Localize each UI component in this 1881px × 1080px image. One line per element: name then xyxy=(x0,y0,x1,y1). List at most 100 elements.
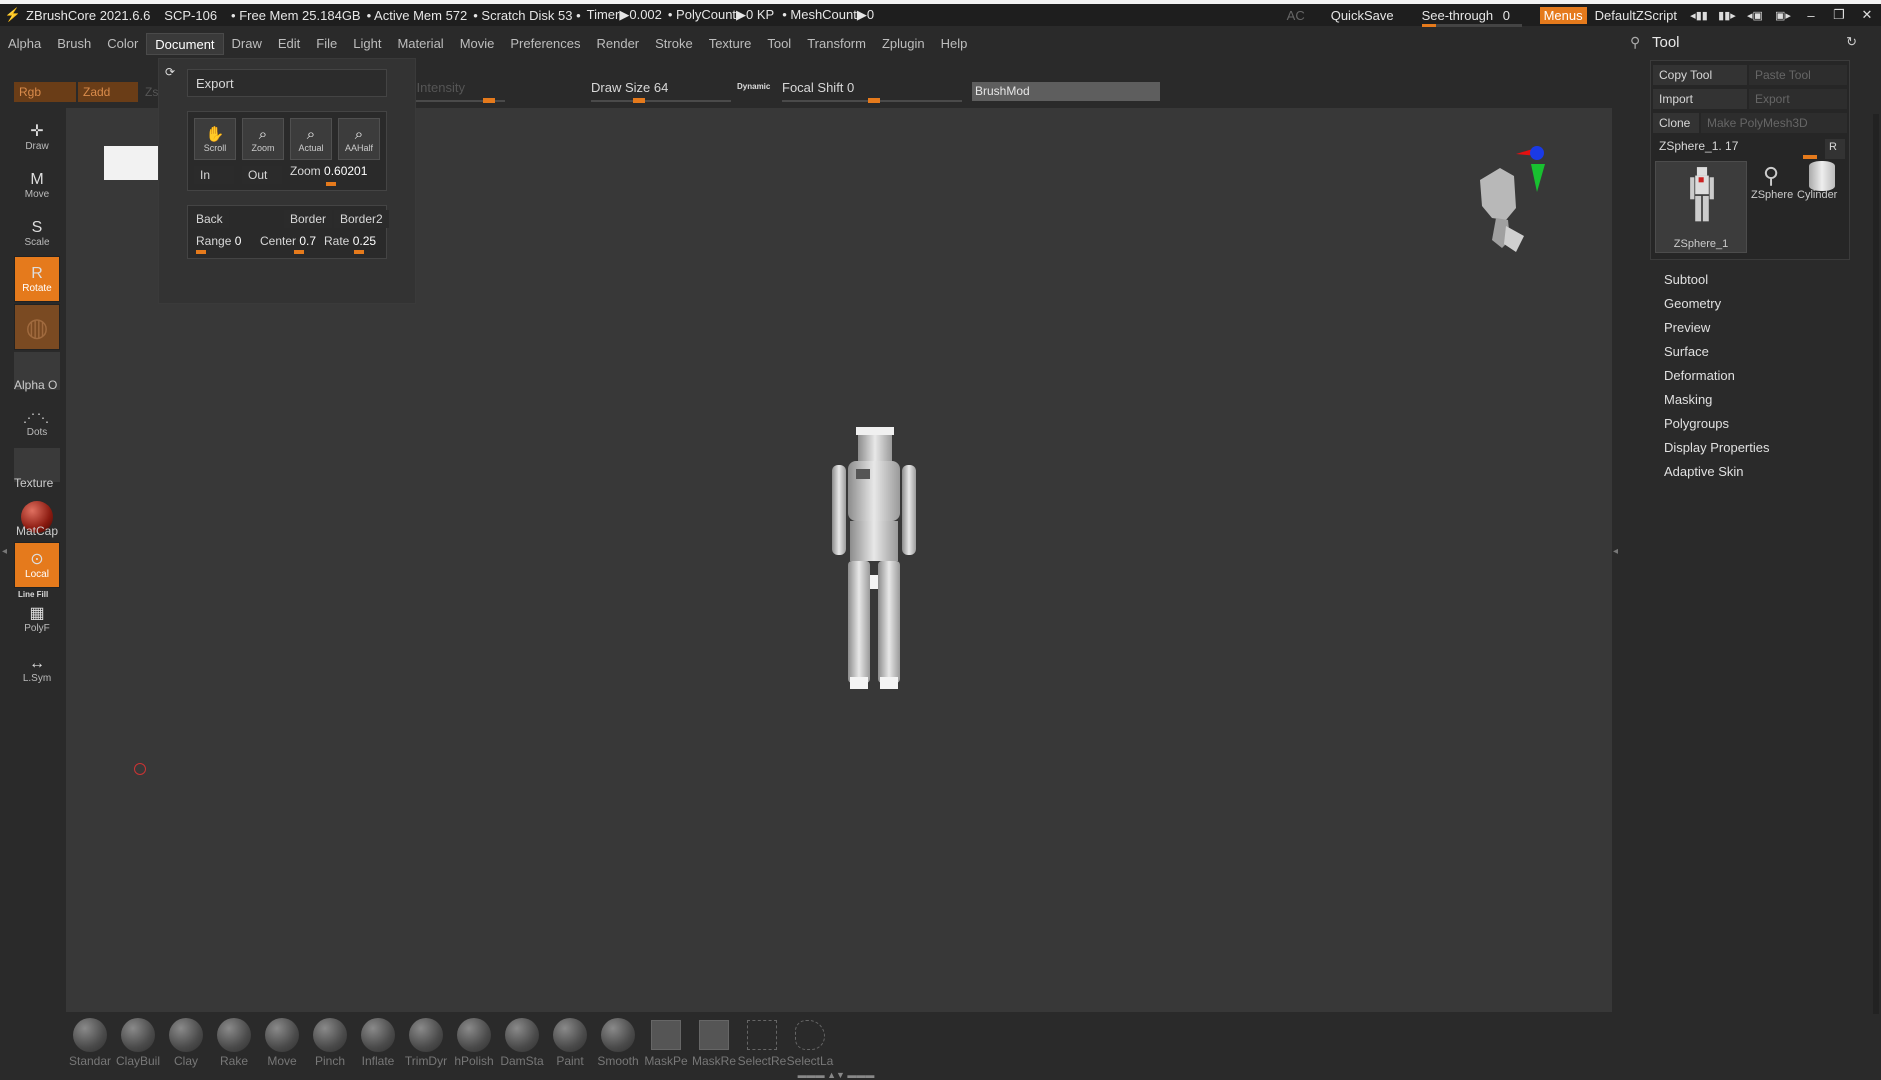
zoom-slider-knob[interactable] xyxy=(326,182,336,186)
left-collapse-icon[interactable]: ◂ xyxy=(2,546,7,557)
menu-edit[interactable]: Edit xyxy=(270,33,308,55)
see-through-knob[interactable] xyxy=(1421,23,1436,27)
section-polygroups[interactable]: Polygroups xyxy=(1664,416,1729,431)
cylinder-tool-thumbnail[interactable]: Cylinder xyxy=(1797,161,1847,205)
center-slider[interactable]: Center 0.7 xyxy=(260,234,320,254)
local-button[interactable]: ⊙ Local xyxy=(14,542,60,588)
tool-selector-knob[interactable] xyxy=(1803,155,1817,159)
zoom-button[interactable]: ⌕ Zoom xyxy=(242,118,284,160)
brushmod-field[interactable]: BrushMod xyxy=(972,82,1160,101)
rate-knob[interactable] xyxy=(354,250,364,254)
menu-brush[interactable]: Brush xyxy=(49,33,99,55)
layout-icon-3[interactable]: ◂▣ xyxy=(1744,6,1766,24)
section-masking[interactable]: Masking xyxy=(1664,392,1712,407)
brush-rake[interactable]: Rake xyxy=(212,1018,256,1074)
brush-paint[interactable]: Paint xyxy=(548,1018,592,1074)
section-deformation[interactable]: Deformation xyxy=(1664,368,1735,383)
draw-size-slider[interactable]: Draw Size 64 xyxy=(591,80,731,103)
range-knob[interactable] xyxy=(196,250,206,254)
menu-texture[interactable]: Texture xyxy=(701,33,760,55)
rotate-button[interactable]: R Rotate xyxy=(14,256,60,302)
tool-selector-slider[interactable]: ZSphere_1. 17 xyxy=(1653,137,1823,159)
polyf-button[interactable]: ▦ PolyF xyxy=(14,596,60,642)
aahalf-button[interactable]: ⌕ AAHalf xyxy=(338,118,380,160)
brush-selectlasso[interactable]: SelectLa xyxy=(787,1018,833,1074)
layout-icon-4[interactable]: ▣▸ xyxy=(1772,6,1794,24)
section-subtool[interactable]: Subtool xyxy=(1664,272,1708,287)
menu-material[interactable]: Material xyxy=(389,33,451,55)
brush-pinch[interactable]: Pinch xyxy=(308,1018,352,1074)
menu-stroke[interactable]: Stroke xyxy=(647,33,701,55)
focal-shift-slider[interactable]: Focal Shift 0 xyxy=(782,80,962,103)
border-button[interactable]: Border xyxy=(284,210,333,228)
see-through-slider[interactable]: See-through 0 xyxy=(1421,8,1522,27)
brush-selector[interactable]: ◍ xyxy=(14,304,60,350)
refresh-icon[interactable]: ⟳ xyxy=(165,65,175,79)
export-tool-button[interactable]: Export xyxy=(1749,89,1847,109)
brush-selectrect[interactable]: SelectRe xyxy=(738,1018,786,1074)
import-button[interactable]: Import xyxy=(1653,89,1747,109)
brush-maskrect[interactable]: MaskRe xyxy=(692,1018,736,1074)
r-button[interactable]: R xyxy=(1825,139,1845,159)
menu-movie[interactable]: Movie xyxy=(452,33,503,55)
lsym-button[interactable]: ↔ L.Sym xyxy=(14,646,60,692)
scroll-button[interactable]: ✋ Scroll xyxy=(194,118,236,160)
move-button[interactable]: M Move xyxy=(14,162,60,208)
menu-light[interactable]: Light xyxy=(345,33,389,55)
menu-transform[interactable]: Transform xyxy=(799,33,874,55)
current-tool-thumbnail[interactable]: ZSphere_1 xyxy=(1655,161,1747,253)
menu-render[interactable]: Render xyxy=(588,33,647,55)
clone-button[interactable]: Clone xyxy=(1653,113,1699,133)
panel-refresh-icon[interactable]: ↻ xyxy=(1846,34,1857,50)
brush-move[interactable]: Move xyxy=(260,1018,304,1074)
zsphere-character-model[interactable] xyxy=(826,425,916,693)
menu-file[interactable]: File xyxy=(308,33,345,55)
gizmo-y-axis[interactable] xyxy=(1531,164,1545,192)
default-zscript-button[interactable]: DefaultZScript xyxy=(1595,8,1677,23)
restore-icon[interactable]: ❐ xyxy=(1825,7,1853,23)
pin-icon[interactable]: ⚲ xyxy=(1630,34,1640,51)
section-surface[interactable]: Surface xyxy=(1664,344,1709,359)
draw-button[interactable]: ✛ Draw xyxy=(14,114,60,160)
center-knob[interactable] xyxy=(294,250,304,254)
brush-smooth[interactable]: Smooth xyxy=(596,1018,640,1074)
menu-draw[interactable]: Draw xyxy=(224,33,270,55)
zintensity-slider[interactable]: Z Intensity xyxy=(405,80,505,103)
brush-maskpen[interactable]: MaskPe xyxy=(644,1018,688,1074)
brush-standard[interactable]: Standar xyxy=(68,1018,112,1074)
menu-preferences[interactable]: Preferences xyxy=(502,33,588,55)
paste-tool-button[interactable]: Paste Tool xyxy=(1749,65,1847,85)
menu-tool[interactable]: Tool xyxy=(759,33,799,55)
menu-document[interactable]: Document xyxy=(146,33,224,55)
orientation-gizmo[interactable] xyxy=(1470,140,1550,270)
menu-help[interactable]: Help xyxy=(933,33,976,55)
layout-icon-1[interactable]: ◂▮▮ xyxy=(1688,6,1710,24)
actual-button[interactable]: ⌕ Actual xyxy=(290,118,332,160)
quicksave-button[interactable]: QuickSave xyxy=(1331,8,1394,23)
brush-damstandard[interactable]: DamSta xyxy=(500,1018,544,1074)
brush-claybuildup[interactable]: ClayBuil xyxy=(116,1018,160,1074)
gizmo-z-axis[interactable] xyxy=(1530,146,1544,160)
brush-trimdynamic[interactable]: TrimDyr xyxy=(404,1018,448,1074)
section-display-properties[interactable]: Display Properties xyxy=(1664,440,1770,455)
export-button[interactable]: Export xyxy=(187,69,387,97)
menu-color[interactable]: Color xyxy=(99,33,146,55)
menu-zplugin[interactable]: Zplugin xyxy=(874,33,933,55)
brush-hpolish[interactable]: hPolish xyxy=(452,1018,496,1074)
section-adaptive-skin[interactable]: Adaptive Skin xyxy=(1664,464,1744,479)
menus-button[interactable]: Menus xyxy=(1539,6,1587,24)
range-slider[interactable]: Range 0 xyxy=(196,234,256,254)
brush-inflate[interactable]: Inflate xyxy=(356,1018,400,1074)
ac-button[interactable]: AC xyxy=(1287,8,1305,23)
minimize-icon[interactable]: – xyxy=(1797,8,1825,23)
zoom-in-button[interactable]: In xyxy=(194,166,234,184)
rgb-button[interactable]: Rgb xyxy=(14,82,76,102)
dynamic-toggle[interactable]: Dynamic xyxy=(737,82,770,91)
zoom-slider[interactable]: Zoom 0.60201 xyxy=(290,164,384,186)
gizmo-head-icon[interactable] xyxy=(1480,168,1516,220)
section-geometry[interactable]: Geometry xyxy=(1664,296,1721,311)
shelf-expand-handle[interactable]: ▬▬▬ ▲▼ ▬▬▬ xyxy=(776,1070,896,1080)
tool-panel-scrollbar[interactable] xyxy=(1873,114,1879,1014)
menu-alpha[interactable]: Alpha xyxy=(0,33,49,55)
rate-slider[interactable]: Rate 0.25 xyxy=(324,234,386,254)
